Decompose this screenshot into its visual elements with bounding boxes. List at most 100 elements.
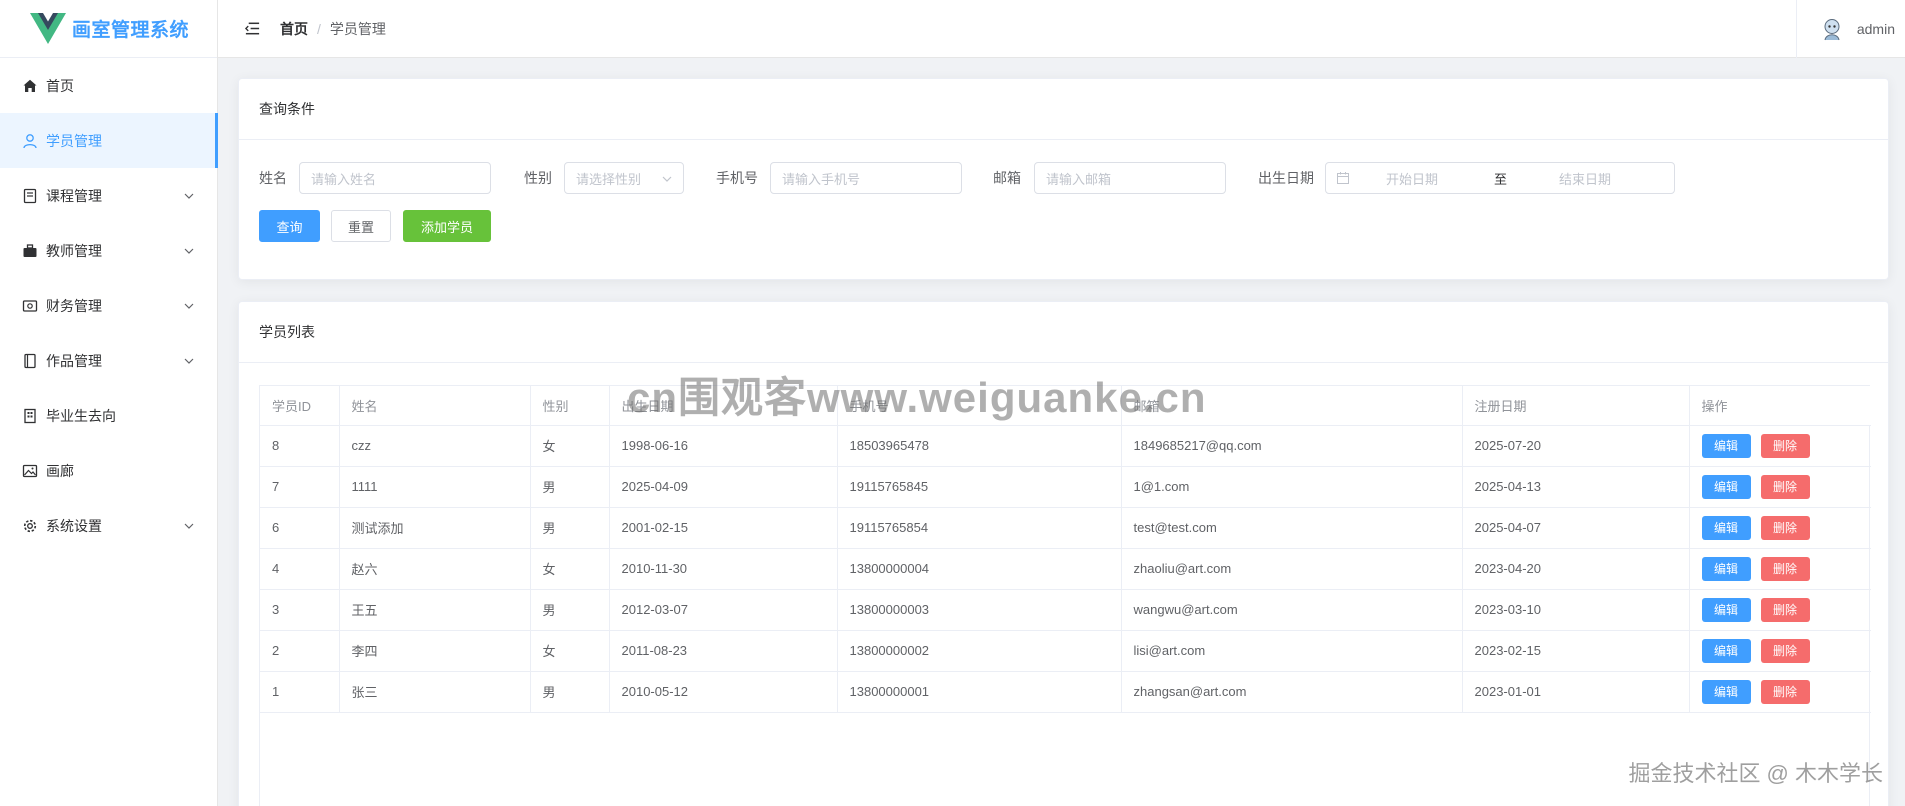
cell-birth: 2010-05-12 <box>609 671 838 713</box>
edit-button[interactable]: 编辑 <box>1701 556 1751 581</box>
briefcase-icon <box>22 243 38 259</box>
breadcrumb-home[interactable]: 首页 <box>280 19 308 39</box>
edit-button[interactable]: 编辑 <box>1701 474 1751 499</box>
cell-id: 7 <box>260 466 340 508</box>
name-input[interactable]: 请输入姓名 <box>299 162 491 194</box>
search-form: 姓名 请输入姓名 性别 请选择性别 手机号 请输入手机号 邮箱 请输入邮箱 出生… <box>259 162 1868 194</box>
sidebar-item-graduates[interactable]: 毕业生去向 <box>0 388 217 443</box>
gender-select[interactable]: 请选择性别 <box>564 162 684 194</box>
table-row: 8 czz 女 1998-06-16 18503965478 1849685217@qq.… <box>260 425 1871 467</box>
sidebar-item-label: 画廊 <box>46 462 74 479</box>
email-input-placeholder: 请输入邮箱 <box>1046 171 1112 187</box>
cell-birth: 2001-02-15 <box>609 507 838 549</box>
sidebar-item-artworks[interactable]: 作品管理 <box>0 333 217 388</box>
name-input-placeholder: 请输入姓名 <box>311 171 377 187</box>
cell-reg: 2023-04-20 <box>1462 548 1690 590</box>
sidebar-item-label: 系统设置 <box>46 517 102 534</box>
sidebar-item-settings[interactable]: 系统设置 <box>0 498 217 553</box>
email-field: 邮箱 <box>993 162 1021 194</box>
email-label: 邮箱 <box>993 170 1021 186</box>
chevron-down-icon <box>184 193 194 199</box>
sidebar-item-teachers[interactable]: 教师管理 <box>0 223 217 278</box>
cell-gender: 男 <box>530 589 610 631</box>
search-card-title: 查询条件 <box>239 79 1888 140</box>
delete-button[interactable]: 删除 <box>1760 515 1810 540</box>
table-row: 1 张三男 2010-05-12 13800000001 zhangsan@art.co… <box>260 671 1871 713</box>
sidebar-item-finance[interactable]: 财务管理 <box>0 278 217 333</box>
chevron-down-icon <box>184 248 194 254</box>
cell-id: 4 <box>260 548 340 590</box>
sidebar-toggle-button[interactable] <box>240 17 264 41</box>
student-table: 学员ID 姓名 性别 出生日期 手机号 邮箱 注册日期 操作 8 czz 女 1998… <box>259 385 1871 806</box>
cell-birth: 1998-06-16 <box>609 425 838 467</box>
range-separator: 至 <box>1494 171 1508 187</box>
user-avatar-icon <box>1819 16 1845 42</box>
cell-id: 3 <box>260 589 340 631</box>
edit-button[interactable]: 编辑 <box>1701 597 1751 622</box>
calendar-icon <box>1337 172 1349 184</box>
reset-button[interactable]: 重置 <box>331 210 391 242</box>
edit-button[interactable]: 编辑 <box>1701 433 1751 458</box>
column-header: 性别 <box>530 386 610 426</box>
cell-name: 赵六 <box>339 548 531 590</box>
cell-name: czz <box>339 425 531 467</box>
cell-email: 1@1.com <box>1121 466 1463 508</box>
delete-button[interactable]: 删除 <box>1760 474 1810 499</box>
cell-phone: 19115765854 <box>837 507 1122 549</box>
start-date-input[interactable]: 开始日期 <box>1386 169 1438 188</box>
app-title: 画室管理系统 <box>72 20 190 41</box>
sidebar-item-label: 课程管理 <box>46 187 102 204</box>
delete-button[interactable]: 删除 <box>1760 433 1810 458</box>
username: admin <box>1856 21 1895 37</box>
table-row: 7 1111 男 2025-04-09 19115765845 1@1.com 2025-0… <box>260 466 1871 508</box>
edit-button[interactable]: 编辑 <box>1701 515 1751 540</box>
add-student-button[interactable]: 添加学员 <box>403 210 491 242</box>
gender-select-placeholder: 请选择性别 <box>576 171 642 187</box>
cell-birth: 2012-03-07 <box>609 589 838 631</box>
sidebar-item-gallery[interactable]: 画廊 <box>0 443 217 498</box>
delete-button[interactable]: 删除 <box>1760 597 1810 622</box>
cell-email: zhangsan@art.com <box>1121 671 1463 713</box>
table-row: 4 赵六女 2010-11-30 13800000004 zhaoliu@art.com… <box>260 548 1871 590</box>
phone-field: 手机号 <box>716 162 758 194</box>
cell-phone: 13800000004 <box>837 548 1122 590</box>
logo[interactable]: 画室管理系统 <box>0 0 217 58</box>
user-menu[interactable]: admin <box>1795 0 1905 58</box>
birth-field: 出生日期 <box>1258 162 1314 194</box>
center-watermark: cn围观客www.weiguanke.cn <box>627 374 1207 421</box>
cell-id: 1 <box>260 671 340 713</box>
cell-gender: 男 <box>530 671 610 713</box>
birth-label: 出生日期 <box>1258 170 1314 186</box>
cell-reg: 2023-03-10 <box>1462 589 1690 631</box>
cell-name: 王五 <box>339 589 531 631</box>
cell-actions: 编辑 删除 <box>1689 425 1871 467</box>
cell-phone: 13800000002 <box>837 630 1122 672</box>
avatar[interactable] <box>1819 16 1845 42</box>
edit-button[interactable]: 编辑 <box>1701 679 1751 704</box>
end-date-input[interactable]: 结束日期 <box>1559 169 1611 188</box>
vue-logo-icon <box>30 12 66 44</box>
sidebar-item-courses[interactable]: 课程管理 <box>0 168 217 223</box>
sidebar-item-label: 首页 <box>46 77 74 94</box>
sidebar-item-students[interactable]: 学员管理 <box>0 113 218 168</box>
delete-button[interactable]: 删除 <box>1760 679 1810 704</box>
query-button[interactable]: 查询 <box>259 210 320 242</box>
breadcrumb-current: 学员管理 <box>329 20 386 37</box>
delete-button[interactable]: 删除 <box>1760 638 1810 663</box>
delete-button[interactable]: 删除 <box>1760 556 1810 581</box>
cell-phone: 13800000003 <box>837 589 1122 631</box>
cell-email: 1849685217@qq.com <box>1121 425 1463 467</box>
cell-id: 6 <box>260 507 340 549</box>
gear-icon <box>22 518 38 534</box>
cell-gender: 女 <box>530 630 610 672</box>
edit-button[interactable]: 编辑 <box>1701 638 1751 663</box>
cell-birth: 2025-04-09 <box>609 466 838 508</box>
birth-date-range-picker[interactable]: 开始日期 至 结束日期 <box>1325 162 1675 194</box>
column-header: 操作 <box>1689 386 1871 426</box>
phone-input[interactable]: 请输入手机号 <box>770 162 962 194</box>
sidebar-item-label: 财务管理 <box>46 297 102 314</box>
table-row: 3 王五男 2012-03-07 13800000003 wangwu@art.com 2… <box>260 589 1871 631</box>
sidebar-item-home[interactable]: 首页 <box>0 58 217 113</box>
email-input[interactable]: 请输入邮箱 <box>1034 162 1226 194</box>
cell-reg: 2023-02-15 <box>1462 630 1690 672</box>
